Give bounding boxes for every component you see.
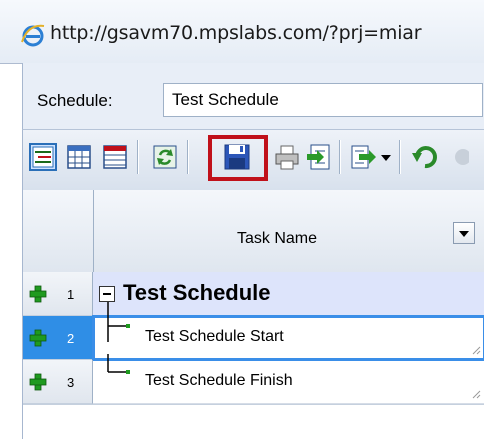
schedule-bar: Schedule: xyxy=(22,63,484,129)
highlight-annotation-box xyxy=(208,135,268,181)
chevron-down-icon[interactable] xyxy=(379,143,393,171)
add-row-icon[interactable] xyxy=(29,329,47,347)
table-row[interactable]: 3 Test Schedule Finish xyxy=(23,354,484,404)
undo-icon[interactable] xyxy=(411,143,439,171)
column-menu-dropdown[interactable] xyxy=(453,222,475,244)
header-corner xyxy=(23,190,94,272)
row-number: 3 xyxy=(67,375,75,390)
toolbar-separator xyxy=(399,140,401,174)
outline-view-icon[interactable] xyxy=(29,143,57,171)
export-dropdown-icon[interactable] xyxy=(349,143,377,171)
column-header-task-name[interactable]: Task Name xyxy=(237,230,317,248)
calendar-view-icon[interactable] xyxy=(101,143,129,171)
table-row[interactable]: 1 Test Schedule xyxy=(23,272,484,316)
grid-view-icon[interactable] xyxy=(65,143,93,171)
task-cell[interactable]: Test Schedule Start xyxy=(92,302,484,361)
add-row-icon[interactable] xyxy=(29,285,47,303)
row-header-selected[interactable]: 2 xyxy=(23,316,93,360)
task-cell[interactable]: Test Schedule xyxy=(93,272,484,316)
row-header[interactable]: 3 xyxy=(23,360,93,404)
url-text[interactable]: http://gsavm70.mpslabs.com/?prj=miar xyxy=(50,22,422,44)
schedule-name-input[interactable] xyxy=(163,83,483,117)
resize-grip-icon xyxy=(472,346,481,355)
import-icon[interactable] xyxy=(305,143,333,171)
collapse-toggle[interactable] xyxy=(99,286,115,302)
toolbar xyxy=(22,129,484,191)
row-number: 1 xyxy=(67,287,75,302)
grid-empty-area xyxy=(23,404,484,439)
toolbar-separator xyxy=(137,140,139,174)
task-name[interactable]: Test Schedule Finish xyxy=(145,372,293,390)
column-header-row: Task Name xyxy=(23,190,484,273)
resize-grip-icon xyxy=(472,390,481,399)
add-row-icon[interactable] xyxy=(29,373,47,391)
task-name[interactable]: Test Schedule Start xyxy=(145,328,284,346)
tree-connector-icon xyxy=(107,354,130,374)
row-number: 2 xyxy=(67,331,75,346)
address-bar[interactable]: http://gsavm70.mpslabs.com/?prj=miar xyxy=(0,0,484,64)
app-window: http://gsavm70.mpslabs.com/?prj=miar Sch… xyxy=(0,0,484,439)
task-cell[interactable]: Test Schedule Finish xyxy=(93,354,484,404)
task-grid: Task Name 1 Test Schedule 2 Test Schedul… xyxy=(22,190,484,439)
print-icon[interactable] xyxy=(273,143,301,171)
row-header[interactable]: 1 xyxy=(23,272,93,316)
toolbar-separator xyxy=(339,140,341,174)
ie-browser-icon xyxy=(21,24,45,47)
summary-task-name[interactable]: Test Schedule xyxy=(123,280,271,306)
toolbar-separator xyxy=(187,140,189,174)
table-row[interactable]: 2 Test Schedule Start xyxy=(23,302,484,361)
more-toolbar-icon[interactable] xyxy=(449,143,469,171)
tree-connector-icon xyxy=(107,302,130,342)
schedule-label: Schedule: xyxy=(37,91,113,110)
refresh-icon[interactable] xyxy=(151,143,179,171)
